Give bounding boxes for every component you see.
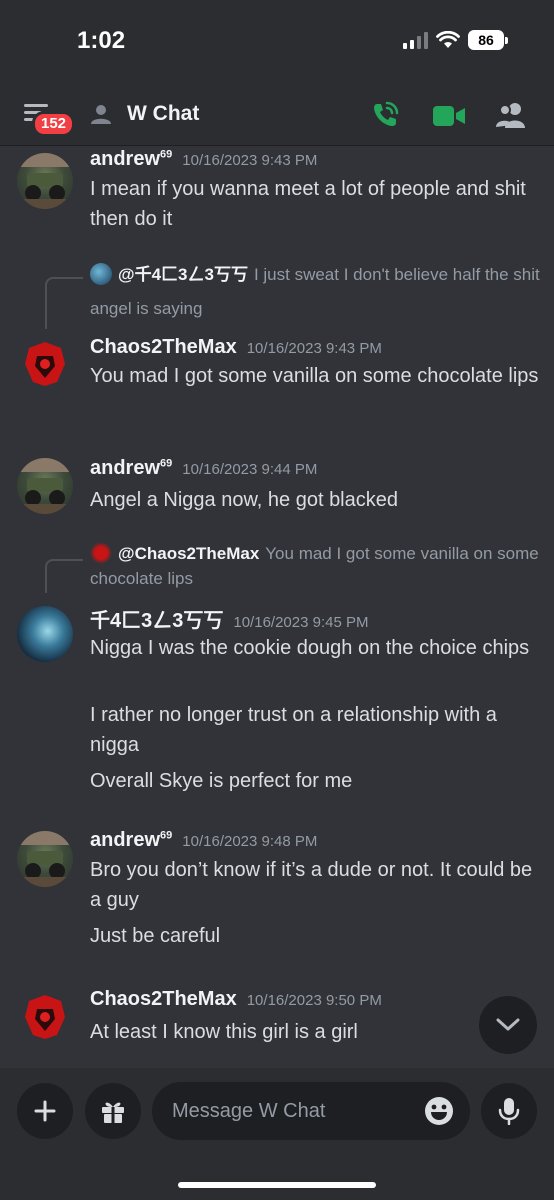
reply-connector [45,277,83,329]
message-text: Overall Skye is perfect for me [90,770,353,792]
status-icons: 86 [403,30,508,50]
reply-mention[interactable]: @Chaos2TheMax [118,544,259,563]
avatar-andrew[interactable] [17,458,73,514]
plus-icon [34,1100,56,1122]
message-header: andrew69 10/16/2023 9:44 PM [90,457,317,480]
message-text: You mad I got some vanilla on some choco… [90,365,539,387]
reply-avatar [90,542,112,564]
channel-title[interactable]: W Chat [127,102,199,126]
message-text: At least I know this girl is a girl [90,1021,358,1043]
message-text: Just be careful [90,925,221,947]
message-composer [0,1068,554,1200]
timestamp: 10/16/2023 9:44 PM [182,461,318,478]
reply-preview[interactable]: @Chaos2TheMax You mad I got some vanilla … [90,541,540,591]
author-name[interactable]: andrew69 [90,457,172,480]
notification-badge: 152 [32,111,76,137]
chevron-down-icon [496,1018,520,1031]
author-name[interactable]: Chaos2TheMax [90,336,237,359]
members-icon[interactable] [496,101,526,129]
message-header: Chaos2TheMax 10/16/2023 9:50 PM [90,988,382,1011]
scroll-to-bottom-button[interactable] [479,996,537,1054]
message-text: I rather no longer trust on a relationsh… [90,704,497,756]
message-text: Angel a Nigga now, he got blacked [90,489,398,511]
avatar-andrew[interactable] [17,153,73,209]
home-indicator [178,1182,376,1188]
reply-preview[interactable]: @千4匚3ㄥ3丂丂 I just sweat I don't believe ha… [90,258,540,326]
add-attachment-button[interactable] [17,1083,73,1139]
emoji-icon[interactable] [424,1096,454,1126]
message-header: andrew69 10/16/2023 9:48 PM [90,829,317,852]
voice-message-button[interactable] [481,1083,537,1139]
timestamp: 10/16/2023 9:50 PM [246,992,382,1009]
timestamp: 10/16/2023 9:45 PM [233,614,369,631]
channel-header: 152 W Chat [0,86,554,146]
avatar-chaos2themax[interactable] [17,989,73,1045]
message-text: Bro you don’t know if it’s a dude or not… [90,859,533,911]
voice-call-icon[interactable] [370,100,400,130]
reply-connector [45,559,83,593]
gift-button[interactable] [85,1083,141,1139]
message-text: Nigga I was the cookie dough on the choi… [90,637,530,659]
video-call-icon[interactable] [433,104,465,128]
author-name[interactable]: andrew69 [90,148,172,171]
author-name[interactable]: andrew69 [90,829,172,852]
message-text: I mean if you wanna meet a lot of people… [90,178,526,230]
microphone-icon [498,1098,520,1125]
reply-mention[interactable]: @千4匚3ㄥ3丂丂 [118,265,248,284]
cellular-signal-icon [403,31,428,49]
avatar-chaos2themax[interactable] [17,336,73,392]
timestamp: 10/16/2023 9:48 PM [182,833,318,850]
battery-icon: 86 [468,30,508,50]
message-list[interactable]: andrew69 10/16/2023 9:43 PM I mean if yo… [0,146,554,1068]
gift-icon [102,1102,124,1123]
message-header: andrew69 10/16/2023 9:43 PM [90,148,317,171]
wifi-icon [436,31,460,48]
reply-avatar [90,263,112,285]
dm-user-icon [91,105,111,124]
author-name[interactable]: 千4匚3ㄥ3丂丂 [90,604,223,633]
message-header: Chaos2TheMax 10/16/2023 9:43 PM [90,336,382,359]
battery-level: 86 [468,30,504,50]
author-name[interactable]: Chaos2TheMax [90,988,237,1011]
message-header: 千4匚3ㄥ3丂丂 10/16/2023 9:45 PM [90,604,368,633]
status-time: 1:02 [77,27,126,54]
status-bar: 1:02 86 [0,0,554,86]
timestamp: 10/16/2023 9:43 PM [246,340,382,357]
avatar-fakeeleskyss[interactable] [17,606,73,662]
timestamp: 10/16/2023 9:43 PM [182,152,318,169]
avatar-andrew[interactable] [17,831,73,887]
message-input[interactable] [152,1082,470,1140]
